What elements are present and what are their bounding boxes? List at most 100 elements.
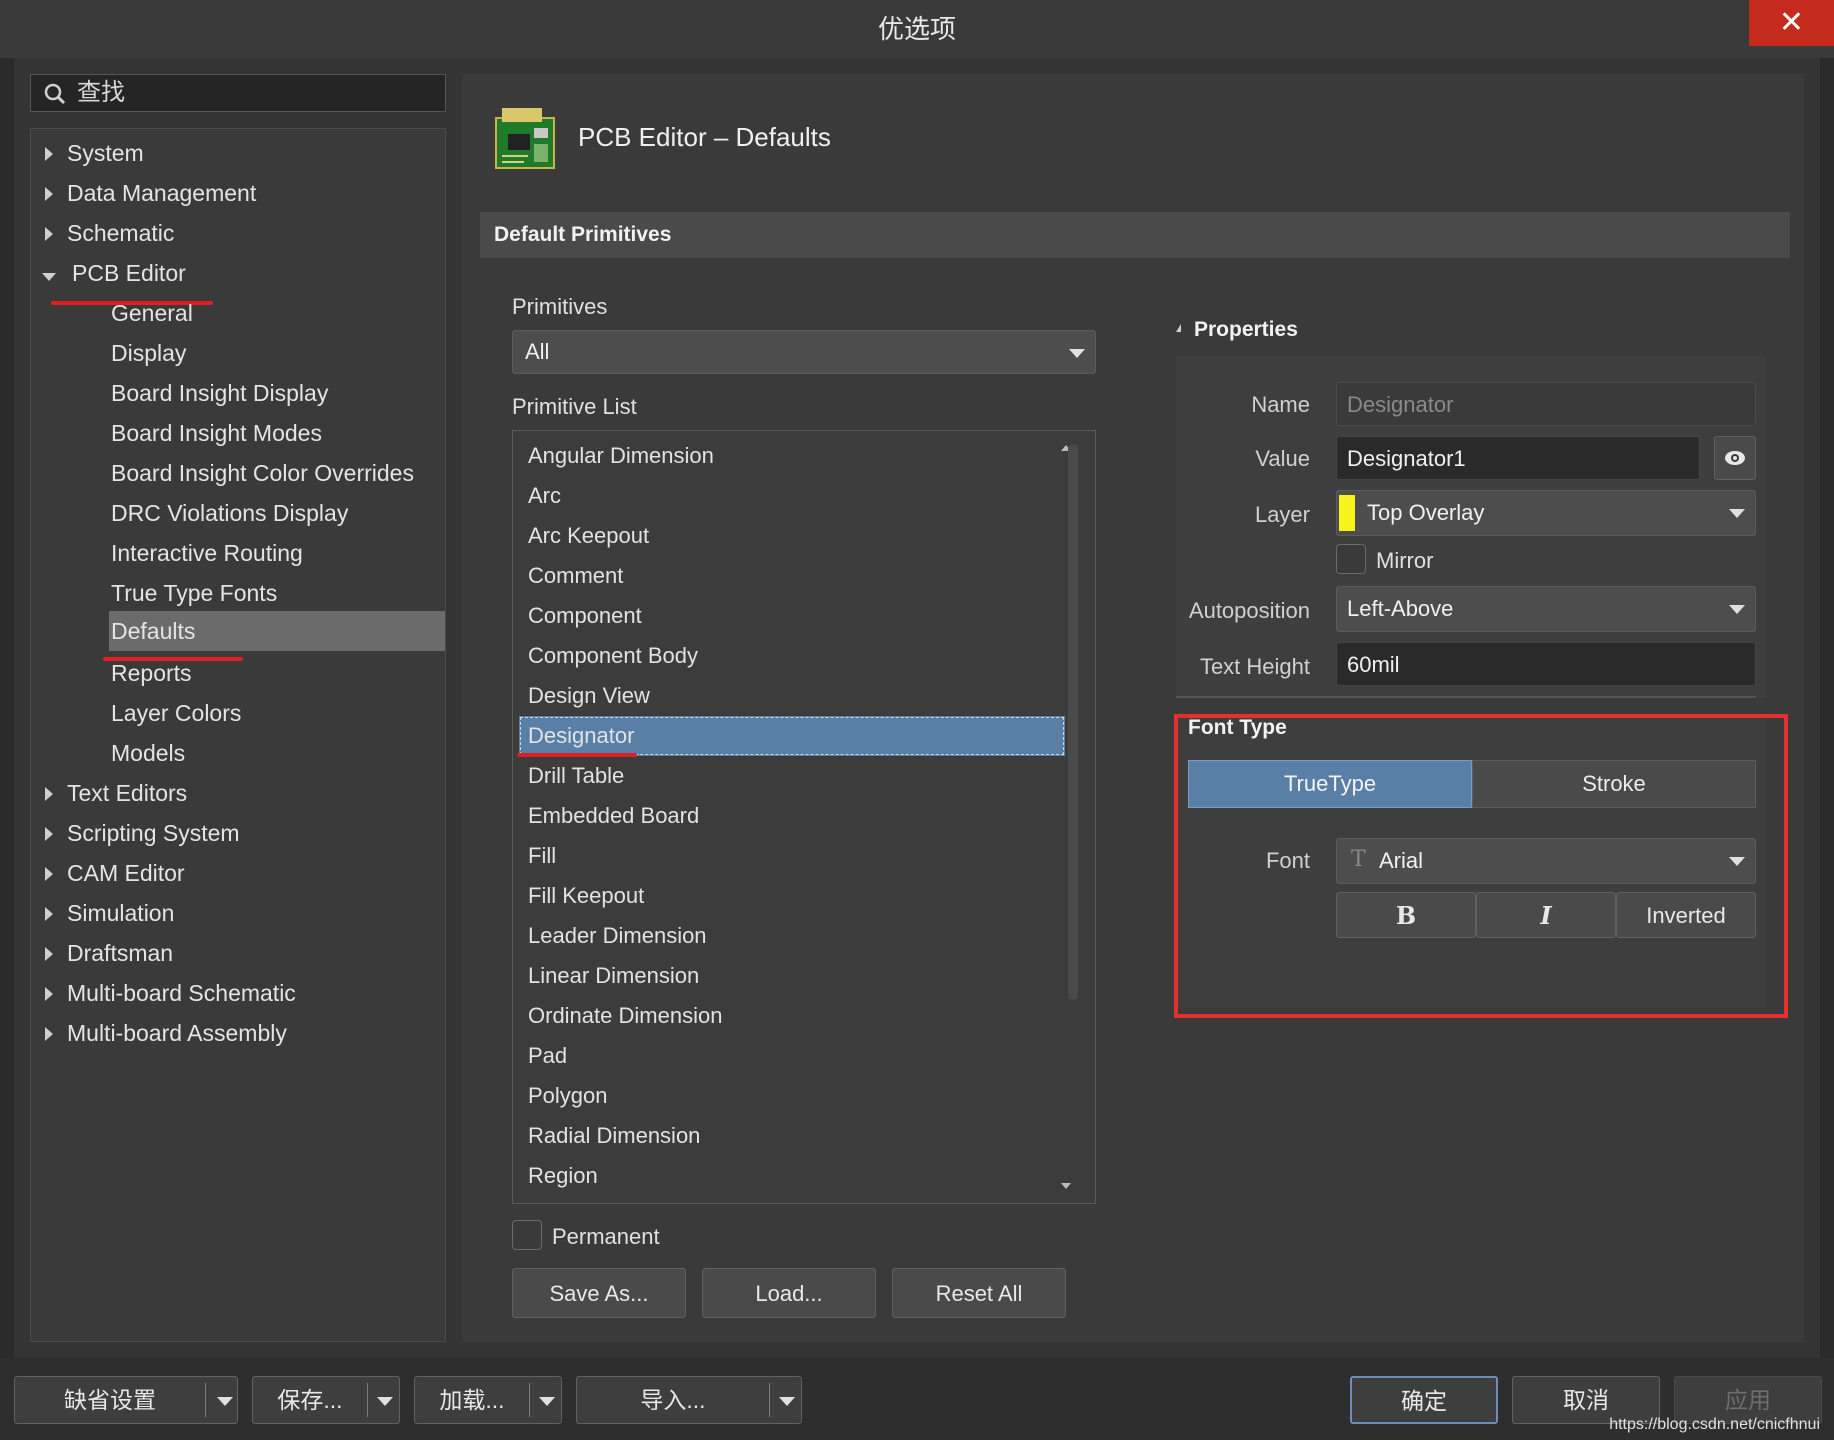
list-item[interactable]: Arc Keepout <box>519 516 1039 556</box>
save-split-button[interactable]: 保存... <box>252 1376 400 1424</box>
autoposition-dropdown[interactable]: Left-Above <box>1336 586 1756 632</box>
import-split-button[interactable]: 导入... <box>576 1376 802 1424</box>
reset-all-button[interactable]: Reset All <box>892 1268 1066 1318</box>
tree-item-system[interactable]: System <box>45 133 144 173</box>
watermark: https://blog.csdn.net/cnicfhnui <box>1609 1416 1820 1433</box>
list-item[interactable]: Radial Dimension <box>519 1116 1039 1156</box>
expand-caret-icon[interactable] <box>45 147 53 161</box>
list-item[interactable]: Leader Dimension <box>519 916 1039 956</box>
chevron-down-icon <box>1069 349 1085 358</box>
value-field[interactable]: Designator1 <box>1336 436 1700 480</box>
list-item[interactable]: Polygon <box>519 1076 1039 1116</box>
tree-item-draftsman[interactable]: Draftsman <box>45 933 173 973</box>
chevron-down-icon[interactable] <box>377 1397 393 1406</box>
layer-label: Layer <box>1254 502 1310 527</box>
primitive-list[interactable]: Angular Dimension Arc Arc Keepout Commen… <box>512 430 1096 1204</box>
tree-item-label: CAM Editor <box>67 860 185 886</box>
list-item[interactable]: Comment <box>519 556 1039 596</box>
list-item[interactable]: Component <box>519 596 1039 636</box>
chevron-down-icon <box>1729 605 1745 614</box>
expand-caret-icon[interactable] <box>45 1027 53 1041</box>
annotation-highlight-box <box>1174 714 1788 1018</box>
tree-item-schematic[interactable]: Schematic <box>45 213 174 253</box>
tree-item-data-management[interactable]: Data Management <box>45 173 256 213</box>
search-input[interactable]: 查找 <box>30 74 446 112</box>
load-settings-button[interactable]: 加载... <box>415 1377 529 1423</box>
list-item[interactable]: Arc <box>519 476 1039 516</box>
list-item[interactable]: Ordinate Dimension <box>519 996 1039 1036</box>
tree-item-layer-colors[interactable]: Layer Colors <box>111 693 241 733</box>
primitive-list-label: Primitive List <box>512 394 637 419</box>
primitives-dropdown[interactable]: All <box>512 330 1096 374</box>
list-item[interactable]: Component Body <box>519 636 1039 676</box>
defaults-button[interactable]: 缺省设置 <box>15 1377 205 1423</box>
collapse-properties-icon[interactable] <box>1176 324 1181 332</box>
tree-item-cam-editor[interactable]: CAM Editor <box>45 853 185 893</box>
tree-item-multi-board-assembly[interactable]: Multi-board Assembly <box>45 1013 287 1053</box>
tree-item-pcb-editor[interactable]: PCB Editor <box>42 253 186 293</box>
chevron-down-icon[interactable] <box>539 1397 555 1406</box>
ok-button[interactable]: 确定 <box>1350 1376 1498 1424</box>
close-button[interactable]: ✕ <box>1749 0 1834 46</box>
import-button[interactable]: 导入... <box>577 1377 769 1423</box>
tree-item-board-insight-display[interactable]: Board Insight Display <box>111 373 328 413</box>
layer-dropdown[interactable]: Top Overlay <box>1336 490 1756 536</box>
chevron-down-icon[interactable] <box>779 1397 795 1406</box>
list-item[interactable]: Embedded Board <box>519 796 1039 836</box>
list-item[interactable]: Fill <box>519 836 1039 876</box>
tree-item-interactive-routing[interactable]: Interactive Routing <box>111 533 303 573</box>
load-button[interactable]: Load... <box>702 1268 876 1318</box>
list-item[interactable]: Fill Keepout <box>519 876 1039 916</box>
tree-item-drc-violations-display[interactable]: DRC Violations Display <box>111 493 348 533</box>
collapse-caret-icon[interactable] <box>42 273 56 281</box>
expand-caret-icon[interactable] <box>45 867 53 881</box>
expand-caret-icon[interactable] <box>45 907 53 921</box>
divider <box>1176 696 1756 698</box>
tree-item-general[interactable]: General <box>111 293 193 333</box>
expand-caret-icon[interactable] <box>45 187 53 201</box>
tree-item-display[interactable]: Display <box>111 333 186 373</box>
text-height-label: Text Height <box>1199 654 1310 679</box>
defaults-split-button[interactable]: 缺省设置 <box>14 1376 238 1424</box>
expand-caret-icon[interactable] <box>45 227 53 241</box>
tree-item-label: Multi-board Schematic <box>67 980 296 1006</box>
list-item[interactable]: Drill Table <box>519 756 1039 796</box>
tree-item-board-insight-color-overrides[interactable]: Board Insight Color Overrides <box>111 453 414 493</box>
button-separator <box>367 1383 368 1417</box>
tree-item-multi-board-schematic[interactable]: Multi-board Schematic <box>45 973 296 1013</box>
expand-caret-icon[interactable] <box>45 827 53 841</box>
expand-caret-icon[interactable] <box>45 947 53 961</box>
list-item-selected[interactable]: Designator <box>519 716 1065 756</box>
search-icon <box>44 83 66 105</box>
tree-item-text-editors[interactable]: Text Editors <box>45 773 187 813</box>
tree-item-simulation[interactable]: Simulation <box>45 893 174 933</box>
list-item[interactable]: Linear Dimension <box>519 956 1039 996</box>
button-separator <box>769 1383 770 1417</box>
mirror-checkbox[interactable] <box>1336 544 1366 574</box>
expand-caret-icon[interactable] <box>45 987 53 1001</box>
tree-item-defaults[interactable]: Defaults <box>109 611 445 651</box>
tree-item-models[interactable]: Models <box>111 733 185 773</box>
text-height-field[interactable]: 60mil <box>1336 642 1756 686</box>
name-label: Name <box>1251 392 1310 417</box>
load-split-button[interactable]: 加载... <box>414 1376 562 1424</box>
tree-item-board-insight-modes[interactable]: Board Insight Modes <box>111 413 322 453</box>
visibility-toggle[interactable] <box>1714 436 1756 480</box>
layer-color-swatch <box>1339 495 1355 531</box>
tree-item-scripting-system[interactable]: Scripting System <box>45 813 240 853</box>
tree-item-label: Draftsman <box>67 940 174 966</box>
expand-caret-icon[interactable] <box>45 787 53 801</box>
list-scrollbar[interactable] <box>1068 444 1078 1000</box>
permanent-checkbox[interactable] <box>512 1220 542 1250</box>
save-as-button[interactable]: Save As... <box>512 1268 686 1318</box>
list-item[interactable]: Region <box>519 1156 1039 1196</box>
list-item[interactable]: Pad <box>519 1036 1039 1076</box>
chevron-down-icon[interactable] <box>217 1397 233 1406</box>
save-button[interactable]: 保存... <box>253 1377 367 1423</box>
tree-item-reports[interactable]: Reports <box>111 653 192 693</box>
list-item[interactable]: Design View <box>519 676 1039 716</box>
list-item[interactable]: Angular Dimension <box>519 436 1039 476</box>
tree-item-true-type-fonts[interactable]: True Type Fonts <box>111 573 277 613</box>
scroll-down-icon[interactable] <box>1061 1183 1071 1189</box>
properties-title: Properties <box>1194 318 1298 341</box>
